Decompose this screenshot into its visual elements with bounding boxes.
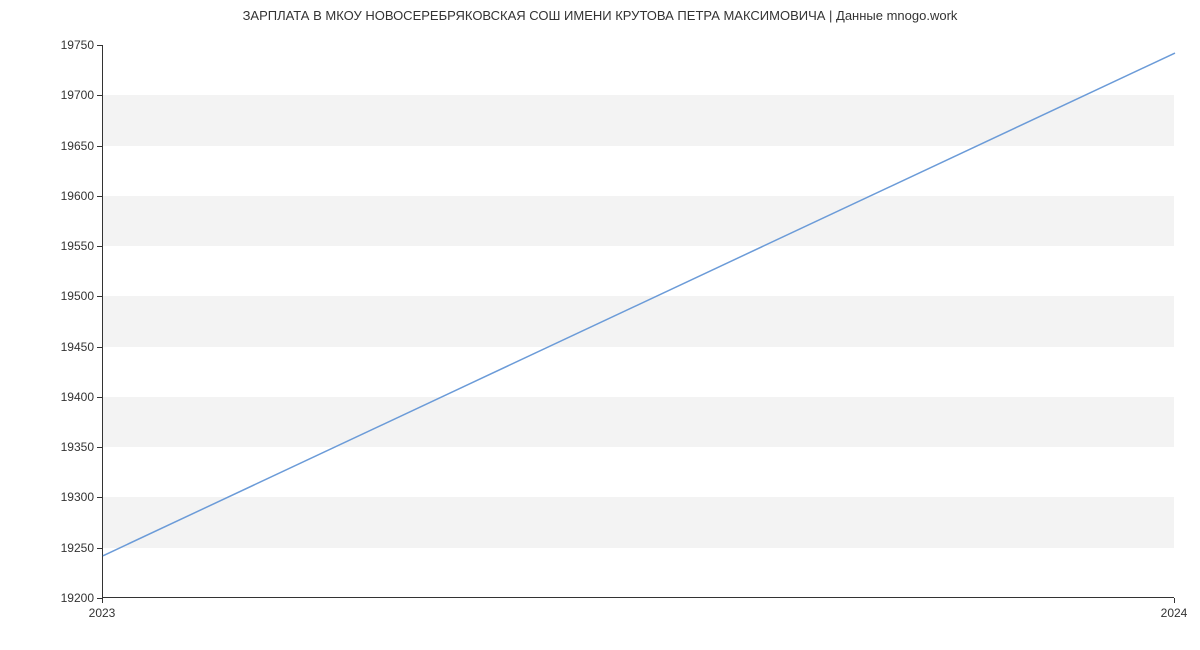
y-tick-mark — [97, 447, 102, 448]
plot-area — [102, 45, 1174, 598]
y-tick-label: 19250 — [44, 541, 94, 555]
chart-container: ЗАРПЛАТА В МКОУ НОВОСЕРЕБРЯКОВСКАЯ СОШ И… — [0, 0, 1200, 650]
y-tick-label: 19550 — [44, 239, 94, 253]
chart-title: ЗАРПЛАТА В МКОУ НОВОСЕРЕБРЯКОВСКАЯ СОШ И… — [0, 8, 1200, 23]
x-tick-label: 2023 — [89, 606, 116, 620]
x-tick-mark — [102, 598, 103, 603]
x-tick-mark — [1174, 598, 1175, 603]
y-tick-mark — [97, 45, 102, 46]
y-tick-label: 19200 — [44, 591, 94, 605]
y-tick-label: 19450 — [44, 340, 94, 354]
y-tick-mark — [97, 347, 102, 348]
y-tick-label: 19300 — [44, 490, 94, 504]
y-tick-mark — [97, 497, 102, 498]
y-tick-mark — [97, 146, 102, 147]
y-tick-mark — [97, 397, 102, 398]
y-tick-mark — [97, 196, 102, 197]
y-tick-label: 19600 — [44, 189, 94, 203]
y-tick-label: 19400 — [44, 390, 94, 404]
y-tick-mark — [97, 246, 102, 247]
y-tick-mark — [97, 95, 102, 96]
chart-line-svg — [103, 45, 1174, 597]
y-tick-mark — [97, 548, 102, 549]
y-tick-label: 19350 — [44, 440, 94, 454]
y-tick-label: 19750 — [44, 38, 94, 52]
y-tick-label: 19500 — [44, 289, 94, 303]
x-tick-label: 2024 — [1161, 606, 1188, 620]
y-tick-label: 19650 — [44, 139, 94, 153]
y-tick-mark — [97, 296, 102, 297]
data-line — [103, 53, 1175, 556]
y-tick-label: 19700 — [44, 88, 94, 102]
